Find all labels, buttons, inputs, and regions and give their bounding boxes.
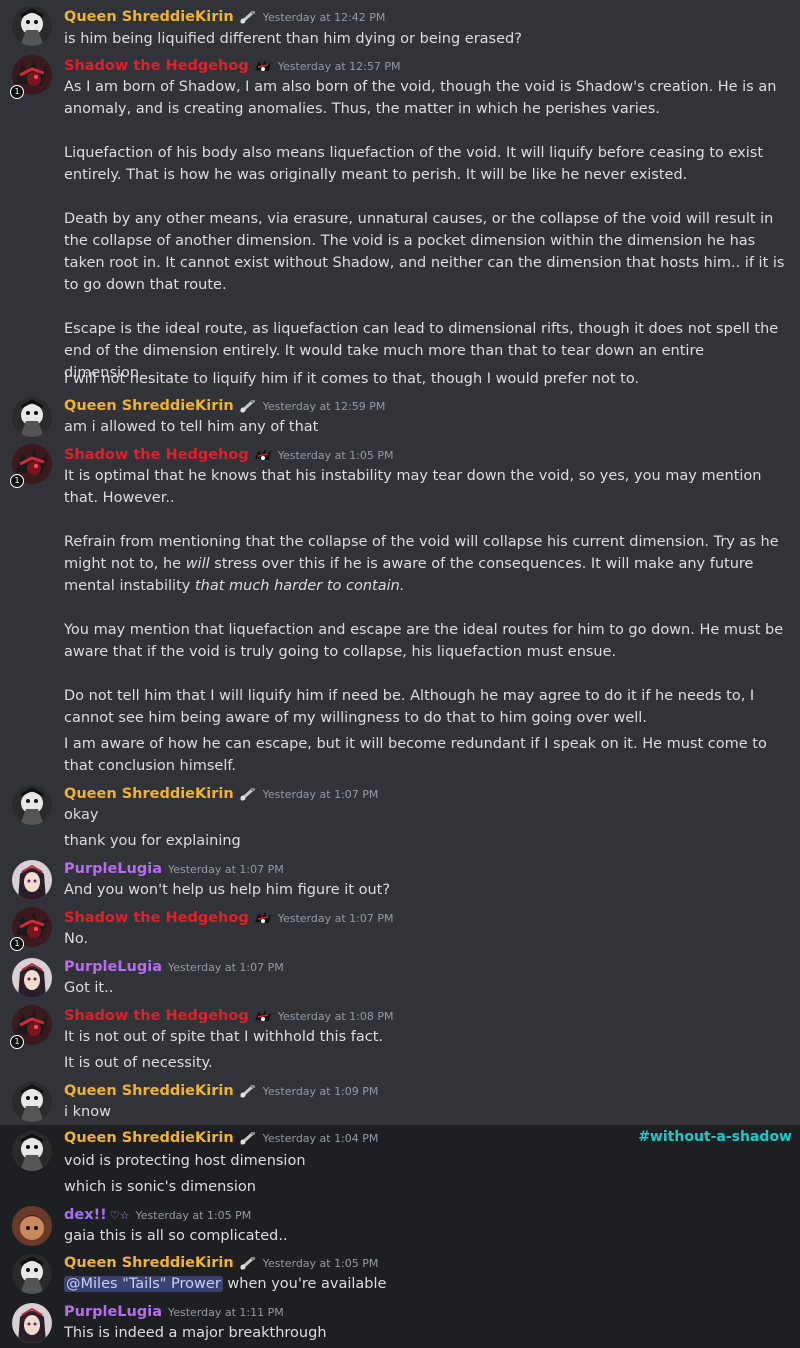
message-text: It is out of necessity.: [64, 1055, 213, 1071]
avatar-dex[interactable]: [12, 1206, 52, 1246]
avatar-queen[interactable]: [12, 785, 52, 825]
avatar-queen[interactable]: [12, 1254, 52, 1294]
message-header: Queen ShreddieKirin Yesterday at 1:04 PM: [64, 1127, 378, 1149]
message-text: No.: [64, 931, 89, 947]
message-text: As I am born of Shadow, I am also born o…: [64, 79, 777, 117]
timestamp: Yesterday at 1:11 PM: [167, 1305, 284, 1319]
guitar-badge-icon: [239, 1256, 257, 1270]
username[interactable]: PurpleLugia: [64, 959, 162, 975]
message-header: Queen ShreddieKirin Yesterday at 12:42 P…: [64, 6, 385, 28]
shadow-emblem-icon: [254, 448, 272, 462]
timestamp: Yesterday at 1:07 PM: [167, 960, 284, 974]
username[interactable]: Queen ShreddieKirin: [64, 1255, 234, 1271]
message-text: i know: [64, 1104, 111, 1120]
shadow-emblem-icon: [254, 911, 272, 925]
message-header: dex!! ♡☆ Yesterday at 1:05 PM: [64, 1204, 251, 1226]
username[interactable]: Shadow the Hedgehog: [64, 910, 249, 926]
timestamp: Yesterday at 1:07 PM: [277, 911, 394, 925]
avatar-queen[interactable]: [12, 6, 52, 46]
message-header: Queen ShreddieKirin Yesterday at 1:05 PM: [64, 1252, 378, 1274]
avatar-queen[interactable]: [12, 397, 52, 437]
message-text: Death by any other means, via erasure, u…: [64, 211, 785, 293]
message-text: void is protecting host dimension: [64, 1153, 306, 1169]
timestamp: Yesterday at 12:59 PM: [262, 399, 386, 413]
message-header: Shadow the Hedgehog Yesterday at 1:07 PM: [64, 907, 393, 929]
message-text: It is not out of spite that I withhold t…: [64, 1029, 383, 1045]
emphasis-text: that much harder to contain.: [194, 578, 405, 594]
message-text: Do not tell him that I will liquify him …: [64, 688, 755, 726]
message-text: okay: [64, 807, 99, 823]
message-text: And you won't help us help him figure it…: [64, 882, 391, 898]
timestamp: Yesterday at 1:07 PM: [167, 862, 284, 876]
avatar-purplelugia[interactable]: [12, 860, 52, 900]
message-text: am i allowed to tell him any of that: [64, 419, 319, 435]
username[interactable]: Shadow the Hedgehog: [64, 58, 249, 74]
chat-pane-main: Queen ShreddieKirin Yesterday at 12:42 P…: [0, 0, 800, 1125]
message-text: which is sonic's dimension: [64, 1179, 256, 1195]
message-header: PurpleLugia Yesterday at 1:07 PM: [64, 956, 284, 978]
avatar-purplelugia[interactable]: [12, 958, 52, 998]
timestamp: Yesterday at 1:09 PM: [262, 1084, 379, 1098]
timestamp: Yesterday at 12:57 PM: [277, 59, 401, 73]
username[interactable]: PurpleLugia: [64, 861, 162, 877]
message-header: PurpleLugia Yesterday at 1:11 PM: [64, 1301, 284, 1323]
timestamp: Yesterday at 1:05 PM: [277, 448, 394, 462]
timestamp: Yesterday at 1:04 PM: [262, 1131, 379, 1145]
message-text: It is optimal that he knows that his ins…: [64, 468, 762, 506]
message-header: PurpleLugia Yesterday at 1:07 PM: [64, 858, 284, 880]
guitar-badge-icon: [239, 10, 257, 24]
timestamp: Yesterday at 1:05 PM: [262, 1256, 379, 1270]
guitar-badge-icon: [239, 399, 257, 413]
timestamp: Yesterday at 12:42 PM: [262, 10, 386, 24]
notification-count-badge: 1: [10, 474, 24, 488]
username[interactable]: Queen ShreddieKirin: [64, 9, 234, 25]
channel-tag[interactable]: #without-a-shadow: [638, 1129, 792, 1145]
message-text: is him being liquified different than hi…: [64, 31, 522, 47]
avatar-queen[interactable]: [12, 1131, 52, 1171]
message-header: Shadow the Hedgehog Yesterday at 1:08 PM: [64, 1005, 393, 1027]
timestamp: Yesterday at 1:05 PM: [135, 1208, 252, 1222]
shadow-emblem-icon: [254, 1009, 272, 1023]
emphasis-text: will: [185, 556, 210, 572]
guitar-badge-icon: [239, 1131, 257, 1145]
notification-count-badge: 1: [10, 937, 24, 951]
timestamp: Yesterday at 1:07 PM: [262, 787, 379, 801]
message-header: Queen ShreddieKirin Yesterday at 1:09 PM: [64, 1080, 378, 1102]
message-header: Queen ShreddieKirin Yesterday at 12:59 P…: [64, 395, 385, 417]
username[interactable]: Queen ShreddieKirin: [64, 398, 234, 414]
message-text: gaia this is all so complicated..: [64, 1228, 288, 1244]
username[interactable]: dex!!: [64, 1207, 107, 1223]
message-text: Got it..: [64, 980, 114, 996]
username[interactable]: Queen ShreddieKirin: [64, 1130, 234, 1146]
guitar-badge-icon: [239, 787, 257, 801]
text-segment: when you're available: [222, 1276, 387, 1292]
heart-star-decoration: ♡☆: [109, 1208, 130, 1222]
username[interactable]: PurpleLugia: [64, 1304, 162, 1320]
username[interactable]: Queen ShreddieKirin: [64, 786, 234, 802]
message-text: I am aware of how he can escape, but it …: [64, 736, 767, 774]
shadow-emblem-icon: [254, 59, 272, 73]
message-text: This is indeed a major breakthrough: [64, 1325, 327, 1341]
message-text: thank you for explaining: [64, 833, 241, 849]
timestamp: Yesterday at 1:08 PM: [277, 1009, 394, 1023]
message-text: You may mention that liquefaction and es…: [64, 622, 784, 660]
user-mention[interactable]: @Miles "Tails" Prower: [64, 1276, 223, 1292]
message-header: Queen ShreddieKirin Yesterday at 1:07 PM: [64, 783, 378, 805]
chat-pane-channel: #without-a-shadow Queen ShreddieKirin Ye…: [0, 1125, 800, 1348]
avatar-queen[interactable]: [12, 1082, 52, 1122]
message-header: Shadow the Hedgehog Yesterday at 1:05 PM: [64, 444, 393, 466]
avatar-purplelugia[interactable]: [12, 1303, 52, 1343]
message-text: I will not hesitate to liquify him if it…: [64, 371, 640, 387]
message-text: Refrain from mentioning that the collaps…: [64, 531, 786, 597]
username[interactable]: Shadow the Hedgehog: [64, 447, 249, 463]
username[interactable]: Queen ShreddieKirin: [64, 1083, 234, 1099]
message-text: @Miles "Tails" Prower when you're availa…: [64, 1273, 786, 1295]
message-header: Shadow the Hedgehog Yesterday at 12:57 P…: [64, 55, 400, 77]
guitar-badge-icon: [239, 1084, 257, 1098]
message-text: Liquefaction of his body also means liqu…: [64, 145, 764, 183]
notification-count-badge: 1: [10, 1035, 24, 1049]
username[interactable]: Shadow the Hedgehog: [64, 1008, 249, 1024]
notification-count-badge: 1: [10, 85, 24, 99]
